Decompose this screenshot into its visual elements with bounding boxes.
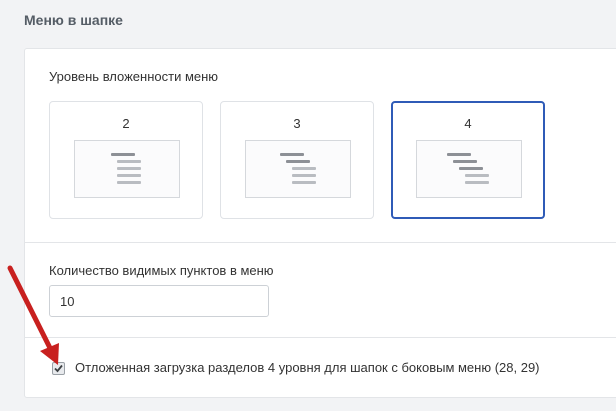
checkmark-icon	[54, 364, 63, 373]
settings-page: Меню в шапке Уровень вложенности меню 2 …	[0, 0, 616, 411]
menu-preview-icon	[416, 140, 522, 198]
preview-line	[465, 181, 489, 184]
settings-panel: Уровень вложенности меню 2 3 4 Количеств…	[24, 48, 616, 398]
preview-line	[117, 160, 141, 163]
nesting-option-4[interactable]: 4	[391, 101, 545, 219]
preview-line	[111, 153, 135, 156]
menu-preview-icon	[245, 140, 351, 198]
divider	[25, 242, 616, 243]
nesting-option-3[interactable]: 3	[220, 101, 374, 219]
preview-line	[459, 167, 483, 170]
preview-line	[447, 153, 471, 156]
visible-items-label: Количество видимых пунктов в меню	[49, 263, 274, 278]
nesting-level-label: Уровень вложенности меню	[49, 69, 219, 84]
preview-line	[465, 174, 489, 177]
nesting-option-label: 4	[464, 116, 472, 131]
preview-line	[286, 160, 310, 163]
preview-line	[117, 167, 141, 170]
preview-line	[292, 181, 316, 184]
visible-items-input[interactable]	[49, 285, 269, 317]
preview-line	[292, 174, 316, 177]
lazy-load-checkbox[interactable]	[52, 362, 65, 375]
nesting-option-label: 2	[122, 116, 130, 131]
divider	[25, 337, 616, 338]
preview-line	[117, 181, 141, 184]
nesting-option-2[interactable]: 2	[49, 101, 203, 219]
menu-preview-icon	[74, 140, 180, 198]
section-title: Меню в шапке	[24, 12, 123, 28]
nesting-option-label: 3	[293, 116, 301, 131]
preview-line	[117, 174, 141, 177]
lazy-load-label: Отложенная загрузка разделов 4 уровня дл…	[75, 360, 540, 375]
preview-line	[292, 167, 316, 170]
preview-line	[453, 160, 477, 163]
preview-line	[280, 153, 304, 156]
